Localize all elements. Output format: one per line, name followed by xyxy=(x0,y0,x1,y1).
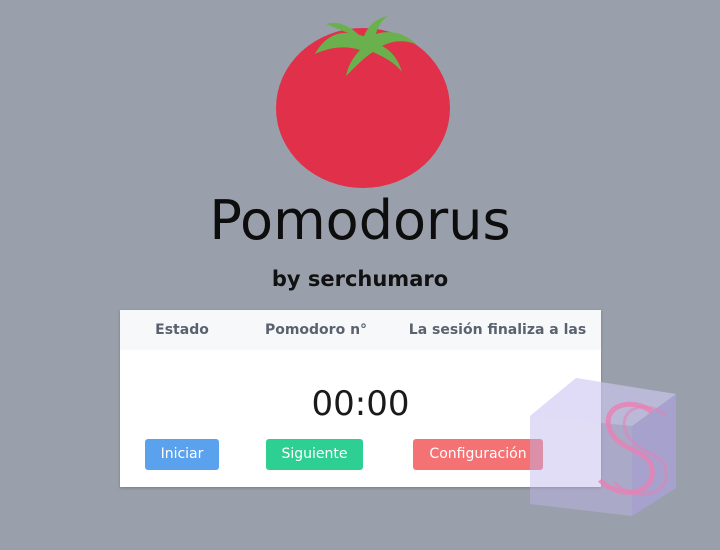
column-estado: Estado xyxy=(155,322,209,338)
column-session-end: La sesión finaliza a las xyxy=(408,322,587,338)
app-subtitle: by serchumaro xyxy=(271,267,449,291)
start-button[interactable]: Iniciar xyxy=(145,439,219,470)
settings-button[interactable]: Configuración xyxy=(413,439,543,470)
tomato-logo-icon xyxy=(276,16,450,188)
table-header: Estado Pomodoro n° La sesión finaliza a … xyxy=(120,310,601,350)
column-pomodoro-number: Pomodoro n° xyxy=(264,322,368,338)
next-button[interactable]: Siguiente xyxy=(266,439,363,470)
ss-watermark-icon xyxy=(530,378,676,516)
app-title: Pomodorus xyxy=(209,189,511,252)
